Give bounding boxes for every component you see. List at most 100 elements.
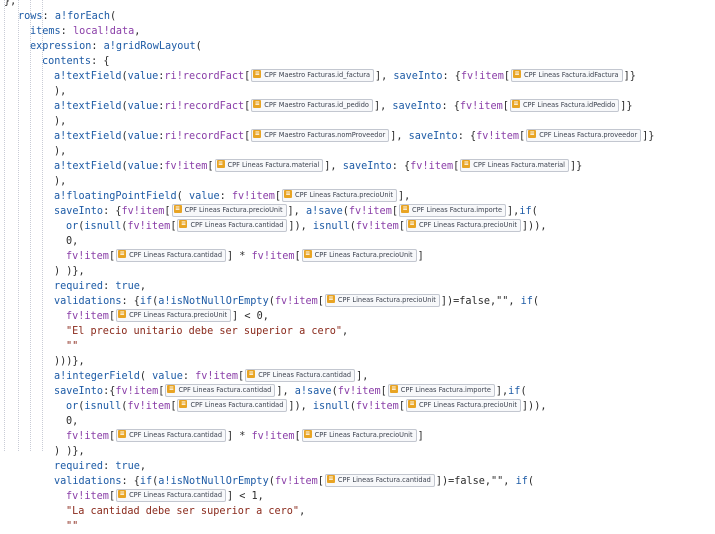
code-token: ]}: [623, 71, 636, 82]
code-line[interactable]: saveInto:{fv!item[≡ CPF Lineas Factura.ca…: [54, 383, 527, 399]
code-token: ]}: [570, 161, 583, 172]
code-token: "La cantidad debe ser superior a cero": [66, 506, 300, 517]
code-token: ),: [54, 176, 67, 187]
code-line[interactable]: a!floatingPointField( value: fv!item[≡ CP…: [54, 188, 411, 204]
code-line[interactable]: "": [66, 339, 78, 354]
indent-guide: [4, 0, 5, 451]
code-token: ],: [373, 101, 393, 112]
record-type-icon: ≡: [283, 189, 292, 198]
record-field-chip[interactable]: ≡ CPF Lineas Factura.precioUnit: [301, 248, 417, 262]
code-token: isnull: [84, 401, 122, 412]
code-line[interactable]: "": [66, 519, 78, 534]
record-field-chip[interactable]: ≡ CPF Lineas Factura.importe: [387, 383, 495, 397]
code-line[interactable]: "La cantidad debe ser superior a cero",: [66, 504, 305, 519]
chip-label: CPF Maestro Facturas.id_factura: [264, 70, 370, 79]
code-line[interactable]: rows: a!forEach(: [18, 9, 116, 24]
code-token: fv!item: [66, 431, 109, 442]
code-token: ri!recordFact: [164, 71, 245, 82]
record-field-chip[interactable]: ≡ CPF Maestro Facturas.nomProveedor: [251, 128, 390, 142]
code-line[interactable]: ),: [54, 144, 66, 159]
code-line[interactable]: )))},: [54, 354, 85, 369]
code-token: (: [195, 41, 202, 52]
code-token: local!data: [72, 26, 135, 37]
code-line[interactable]: fv!item[≡ CPF Lineas Factura.cantidad] * …: [66, 248, 424, 264]
code-token: ) )},: [54, 266, 85, 277]
code-line[interactable]: items: local!data,: [30, 24, 140, 39]
code-token: validations: [54, 296, 122, 307]
code-line[interactable]: validations: {if(a!isNotNullOrEmpty(fv!i…: [54, 473, 534, 489]
code-line[interactable]: a!textField(value:ri!recordFact[≡ CPF Mae…: [54, 128, 654, 144]
code-token: [: [244, 101, 251, 112]
code-token: ],: [397, 191, 411, 202]
code-line[interactable]: ),: [54, 84, 66, 99]
record-field-chip[interactable]: ≡ CPF Lineas Factura.cantidad: [116, 428, 226, 442]
code-line[interactable]: ) )},: [54, 444, 85, 459]
record-field-chip[interactable]: ≡ CPF Lineas Factura.cantidad: [245, 368, 356, 382]
record-field-chip[interactable]: ≡ CPF Lineas Factura.precioUnit: [171, 203, 287, 217]
record-type-icon: ≡: [389, 384, 398, 393]
code-line[interactable]: fv!item[≡ CPF Lineas Factura.cantidad] * …: [66, 428, 424, 444]
record-field-chip[interactable]: ≡ CPF Lineas Factura.cantidad: [177, 218, 288, 232]
record-field-chip[interactable]: ≡ CPF Lineas Factura.cantidad: [116, 248, 226, 262]
record-field-chip[interactable]: ≡ CPF Lineas Factura.precioUnit: [405, 218, 521, 232]
record-field-chip[interactable]: ≡ CPF Maestro Facturas.id_pedido: [251, 98, 373, 112]
record-field-chip[interactable]: ≡ CPF Lineas Factura.material: [214, 158, 324, 172]
code-line[interactable]: fv!item[≡ CPF Lineas Factura.precioUnit] …: [66, 308, 269, 324]
record-field-chip[interactable]: ≡ CPF Lineas Factura.cantidad: [116, 488, 226, 502]
record-field-chip[interactable]: ≡ CPF Lineas Factura.cantidad: [177, 398, 288, 412]
code-token: ]: [417, 251, 424, 262]
record-field-chip[interactable]: ≡ CPF Lineas Factura.idFactura: [510, 68, 623, 82]
record-field-chip[interactable]: ≡ CPF Lineas Factura.proveedor: [526, 128, 642, 142]
code-line[interactable]: or(isnull(fv!item[≡ CPF Lineas Factura.ca…: [66, 218, 546, 234]
code-token: fv!item: [231, 191, 275, 202]
record-field-chip[interactable]: ≡ CPF Lineas Factura.precioUnit: [324, 293, 440, 307]
code-token: a!forEach: [54, 11, 111, 22]
code-token: fv!item: [66, 491, 109, 502]
code-line[interactable]: a!textField(value:fv!item[≡ CPF Lineas Fa…: [54, 158, 583, 174]
chip-label: CPF Lineas Factura.material: [473, 160, 566, 169]
code-token: fv!item: [459, 101, 503, 112]
code-line[interactable]: ) )},: [54, 264, 85, 279]
code-line[interactable]: ),: [54, 174, 66, 189]
code-line[interactable]: saveInto: {fv!item[≡ CPF Lineas Factura.p…: [54, 203, 538, 219]
chip-label: CPF Lineas Factura.precioUnit: [418, 220, 517, 229]
code-token: (: [139, 371, 153, 382]
code-token: ])),: [521, 401, 547, 412]
code-token: :: [103, 461, 116, 472]
code-line[interactable]: 0,: [66, 414, 78, 429]
code-line[interactable]: ),: [54, 114, 66, 129]
code-editor[interactable]: }, rows: a!forEach(items: local!data, expr…: [0, 0, 715, 532]
code-line[interactable]: contents: {: [42, 54, 109, 69]
record-field-chip[interactable]: ≡ CPF Lineas Factura.cantidad: [165, 383, 276, 397]
code-line[interactable]: 0,: [66, 234, 78, 249]
code-token: "": [66, 341, 79, 352]
code-token: ,: [139, 461, 147, 472]
record-field-chip[interactable]: ≡ CPF Lineas Factura.precioUnit: [405, 398, 521, 412]
code-line[interactable]: expression: a!gridRowLayout(: [30, 39, 202, 54]
code-line[interactable]: required: true,: [54, 459, 146, 474]
code-line[interactable]: a!integerField( value: fv!item[≡ CPF Line…: [54, 368, 368, 384]
code-line[interactable]: required: true,: [54, 279, 146, 294]
record-field-chip[interactable]: ≡ CPF Lineas Factura.precioUnit: [281, 188, 397, 202]
record-field-chip[interactable]: ≡ CPF Lineas Factura.material: [460, 158, 570, 172]
code-token: ),: [54, 86, 67, 97]
code-line[interactable]: "El precio unitario debe ser superior a …: [66, 324, 348, 339]
record-field-chip[interactable]: ≡ CPF Lineas Factura.idPedido: [509, 98, 620, 112]
code-line[interactable]: fv!item[≡ CPF Lineas Factura.cantidad] < …: [66, 488, 264, 504]
chip-label: CPF Lineas Factura.importe: [400, 385, 491, 394]
record-field-chip[interactable]: ≡ CPF Lineas Factura.cantidad: [324, 473, 435, 487]
chip-label: CPF Maestro Facturas.id_pedido: [264, 100, 369, 109]
code-token: fv!item: [476, 131, 520, 142]
code-token: ],: [495, 386, 509, 397]
code-line[interactable]: a!textField(value:ri!recordFact[≡ CPF Mae…: [54, 68, 636, 84]
code-line[interactable]: a!textField(value:ri!recordFact[≡ CPF Mae…: [54, 98, 633, 114]
record-field-chip[interactable]: ≡ CPF Lineas Factura.precioUnit: [301, 428, 417, 442]
record-field-chip[interactable]: ≡ CPF Lineas Factura.precioUnit: [116, 308, 232, 322]
code-line[interactable]: or(isnull(fv!item[≡ CPF Lineas Factura.ca…: [66, 398, 547, 414]
code-line[interactable]: validations: {if(a!isNotNullOrEmpty(fv!i…: [54, 293, 539, 309]
record-type-icon: ≡: [118, 249, 127, 258]
record-type-icon: ≡: [407, 399, 416, 408]
record-field-chip[interactable]: ≡ CPF Maestro Facturas.id_factura: [251, 68, 374, 82]
code-line[interactable]: },: [4, 0, 16, 9]
record-field-chip[interactable]: ≡ CPF Lineas Factura.importe: [398, 203, 507, 217]
